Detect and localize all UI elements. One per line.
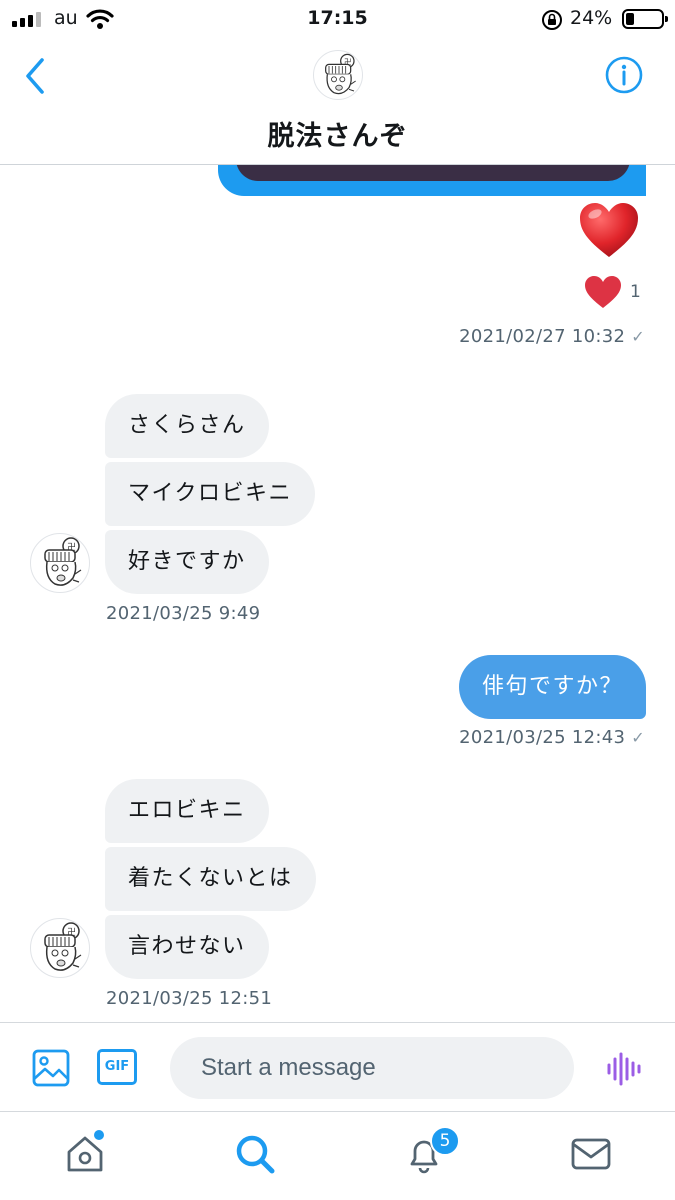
sent-media-message[interactable] [218, 165, 646, 196]
sender-avatar[interactable]: 卍 [30, 533, 90, 593]
search-icon[interactable] [233, 1132, 277, 1176]
mail-icon[interactable] [569, 1132, 613, 1176]
home-unread-dot [94, 1130, 104, 1140]
received-message[interactable]: 着たくないとは [105, 847, 316, 911]
message-timestamp: 2021/02/27 10:32 ✓ [459, 326, 645, 347]
notifications-badge: 5 [430, 1126, 460, 1156]
read-check-icon: ✓ [631, 728, 645, 747]
received-message[interactable]: エロビキニ [105, 779, 269, 843]
reaction-count: 1 [630, 282, 641, 302]
info-icon [605, 56, 643, 94]
heart-reaction[interactable]: 1 [584, 275, 641, 309]
image-icon[interactable] [32, 1049, 70, 1087]
avatar-sketch-icon: 卍 [325, 53, 356, 95]
gif-icon[interactable]: GIF [97, 1049, 137, 1085]
read-check-icon: ✓ [631, 327, 645, 346]
message-composer: GIF [0, 1022, 675, 1112]
received-message[interactable]: さくらさん [105, 394, 269, 458]
header-avatar[interactable]: 卍 [313, 50, 363, 100]
message-timestamp: 2021/03/25 12:51 [106, 988, 273, 1009]
heart-emoji-message[interactable] [578, 201, 640, 259]
status-bar: au 17:15 24% [0, 0, 675, 38]
tab-bar: 5 [0, 1112, 675, 1200]
back-button[interactable] [18, 54, 54, 98]
conversation-title: 脱法さんぞ [267, 121, 408, 152]
info-button[interactable] [604, 55, 644, 95]
received-message[interactable]: マイクロビキニ [105, 462, 316, 526]
voice-icon[interactable] [605, 1051, 641, 1087]
sent-message[interactable]: 俳句ですか？ [458, 655, 646, 719]
message-timestamp: 2021/03/25 12:43 ✓ [459, 727, 645, 748]
message-list[interactable]: 1 2021/02/27 10:32 ✓ さくらさん マイクロビキニ 好きですか … [0, 165, 675, 1022]
received-message[interactable]: 言わせない [105, 915, 269, 979]
conversation-header: 卍 脱法さんぞ [0, 38, 675, 165]
battery-percent: 24% [570, 7, 613, 29]
sender-avatar[interactable]: 卍 [30, 918, 90, 978]
received-message[interactable]: 好きですか [105, 530, 269, 594]
avatar-sketch-icon: 卍 [44, 922, 82, 971]
heart-icon [585, 276, 621, 308]
chevron-left-icon [26, 58, 44, 94]
avatar-sketch-icon: 卍 [44, 537, 82, 586]
rotation-lock-icon [542, 10, 562, 30]
battery-icon [622, 9, 668, 29]
message-input[interactable] [170, 1037, 574, 1099]
message-timestamp: 2021/03/25 9:49 [106, 603, 261, 624]
